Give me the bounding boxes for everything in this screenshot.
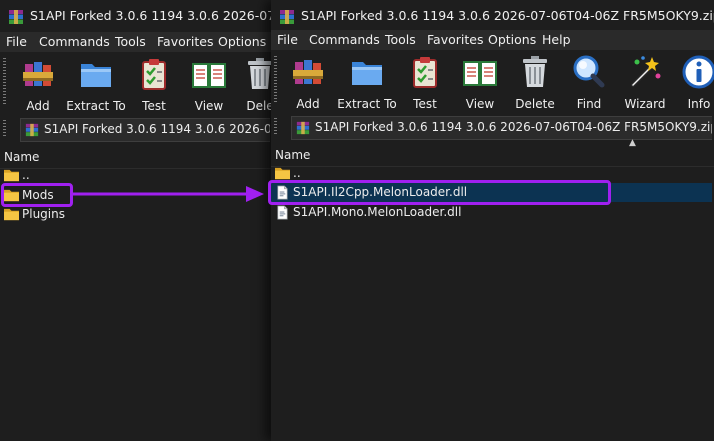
address-grip[interactable] xyxy=(3,120,6,138)
winrar-app-icon xyxy=(279,9,295,25)
folder-icon xyxy=(275,166,290,181)
delete-button[interactable]: Delete xyxy=(505,54,565,111)
folder-extract-icon xyxy=(78,56,114,92)
add-label: Add xyxy=(296,97,320,111)
test-clipboard-icon xyxy=(407,54,443,90)
right-archive-window: S1API Forked 3.0.6 1194 3.0.6 2026-07-06… xyxy=(271,0,714,441)
address-path: S1API Forked 3.0.6 1194 3.0.6 2026-07-06… xyxy=(44,122,270,136)
delete-label: Delete xyxy=(515,97,555,111)
view-button[interactable]: View xyxy=(450,54,510,111)
archive-add-icon xyxy=(20,56,56,92)
test-button[interactable]: Test xyxy=(395,54,455,111)
test-clipboard-icon xyxy=(136,56,172,92)
menu-options[interactable]: Options xyxy=(488,32,536,47)
archive-icon xyxy=(25,123,39,137)
menu-options[interactable]: Options xyxy=(218,34,266,49)
trash-icon xyxy=(517,54,553,90)
address-bar: S1API Forked 3.0.6 1194 3.0.6 2026-07-06… xyxy=(271,114,714,140)
wizard-label: Wizard xyxy=(624,97,666,111)
magnifier-icon xyxy=(571,54,607,90)
toolbar-grip[interactable] xyxy=(274,56,277,104)
toolbar: Add Extract To Test View Delete Find Wiz… xyxy=(271,50,714,111)
highlight-box-il2cpp-dll xyxy=(268,180,611,205)
column-name-header[interactable]: Name xyxy=(275,148,310,162)
test-label: Test xyxy=(413,97,437,111)
add-button[interactable]: Add xyxy=(278,54,338,111)
test-label: Test xyxy=(142,99,166,113)
menu-tools[interactable]: Tools xyxy=(115,34,146,49)
menu-commands[interactable]: Commands xyxy=(309,32,380,47)
address-grip[interactable] xyxy=(274,118,277,136)
find-label: Find xyxy=(576,97,602,111)
address-bar: S1API Forked 3.0.6 1194 3.0.6 2026-07-06… xyxy=(0,116,272,142)
info-icon xyxy=(681,54,714,90)
folder-icon xyxy=(4,207,19,222)
find-button[interactable]: Find xyxy=(559,54,619,111)
menu-help[interactable]: Help xyxy=(542,32,571,47)
folder-extract-icon xyxy=(349,54,385,90)
item-name: .. xyxy=(293,166,301,180)
book-view-icon xyxy=(191,56,227,92)
sort-ascending-icon: ▲ xyxy=(629,138,636,148)
title-bar: S1API Forked 3.0.6 1194 3.0.6 2026-07-06… xyxy=(271,0,714,32)
archive-icon xyxy=(296,121,310,135)
add-button[interactable]: Add xyxy=(8,56,68,113)
menu-tools[interactable]: Tools xyxy=(385,32,416,47)
item-name: S1API.Mono.MelonLoader.dll xyxy=(293,205,462,219)
extract-to-label: Extract To xyxy=(337,97,397,111)
title-bar: S1API Forked 3.0.6 1194 3.0.6 2026-07-06… xyxy=(0,0,272,32)
menu-commands[interactable]: Commands xyxy=(39,34,110,49)
column-name-header[interactable]: Name xyxy=(4,150,39,164)
trash-icon xyxy=(242,56,273,92)
extract-to-button[interactable]: Extract To xyxy=(337,54,397,111)
winrar-app-icon xyxy=(8,9,24,25)
menu-file[interactable]: File xyxy=(277,32,298,47)
item-name: .. xyxy=(22,168,30,182)
dll-file-icon xyxy=(275,205,290,220)
test-button[interactable]: Test xyxy=(124,56,184,113)
list-item-mono-dll[interactable]: S1API.Mono.MelonLoader.dll xyxy=(271,203,714,222)
menu-favorites[interactable]: Favorites xyxy=(157,34,213,49)
delete-label: Dele xyxy=(246,99,273,113)
extract-to-label: Extract To xyxy=(66,99,126,113)
menu-file[interactable]: File xyxy=(6,34,27,49)
address-field[interactable]: S1API Forked 3.0.6 1194 3.0.6 2026-07-06… xyxy=(291,116,712,140)
info-label: Info xyxy=(687,97,711,111)
add-label: Add xyxy=(26,99,50,113)
item-name: Plugins xyxy=(22,207,65,221)
info-button[interactable]: Info xyxy=(669,54,714,111)
address-path: S1API Forked 3.0.6 1194 3.0.6 2026-07-06… xyxy=(315,120,712,134)
highlight-box-mods xyxy=(1,183,73,207)
window-title: S1API Forked 3.0.6 1194 3.0.6 2026-07-06… xyxy=(301,8,714,23)
window-title: S1API Forked 3.0.6 1194 3.0.6 2026-07-06… xyxy=(30,8,272,23)
address-field[interactable]: S1API Forked 3.0.6 1194 3.0.6 2026-07-06… xyxy=(20,118,270,142)
magic-wand-icon xyxy=(627,54,663,90)
list-item-plugins[interactable]: Plugins xyxy=(0,205,272,224)
book-view-icon xyxy=(462,54,498,90)
toolbar: Add Extract To Test View Dele xyxy=(0,52,273,113)
menu-bar: File Commands Tools Favorites Options He… xyxy=(271,30,714,50)
archive-add-icon xyxy=(290,54,326,90)
menu-favorites[interactable]: Favorites xyxy=(427,32,483,47)
folder-icon xyxy=(4,168,19,183)
menu-bar: File Commands Tools Favorites Options xyxy=(0,32,272,52)
view-label: View xyxy=(465,97,495,111)
delete-button[interactable]: Dele xyxy=(230,56,273,113)
wizard-button[interactable]: Wizard xyxy=(615,54,675,111)
toolbar-grip[interactable] xyxy=(3,58,6,106)
extract-to-button[interactable]: Extract To xyxy=(66,56,126,113)
left-archive-window: S1API Forked 3.0.6 1194 3.0.6 2026-07-06… xyxy=(0,0,273,441)
